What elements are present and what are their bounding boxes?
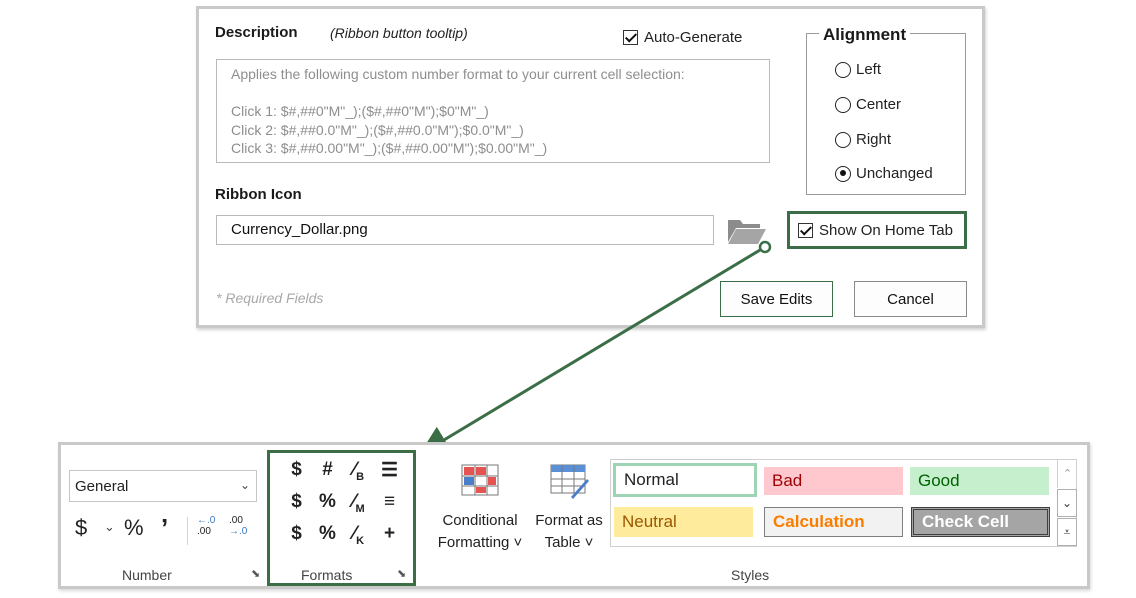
- percent-format-icon[interactable]: %: [312, 523, 343, 555]
- comma-style-button[interactable]: ’: [161, 513, 168, 544]
- arrow-left-icon: ←.0: [197, 515, 216, 526]
- excel-ribbon: General ⌄ $ ⌄ % ’ ←.0 .00 .00 →.0 Number…: [58, 442, 1090, 589]
- conditional-formatting-label-2: Formatting ˅: [437, 534, 523, 551]
- decrease-decimal-label: .00: [229, 515, 243, 526]
- formats-icon-grid: $ # ⁄B ☰ $ % ⁄M ≡ $ % ⁄K +: [281, 459, 405, 555]
- format-icon-glyph: $: [291, 491, 302, 512]
- styles-group-label: Styles: [731, 567, 770, 583]
- gallery-scroll-down-icon[interactable]: ⌄: [1057, 489, 1077, 517]
- style-good[interactable]: Good: [910, 467, 1049, 495]
- format-icon-glyph: ☰: [380, 460, 399, 481]
- format-icon-glyph: ≡: [383, 491, 396, 512]
- format-icon-glyph: $: [291, 523, 302, 544]
- number-format-value: General: [75, 477, 129, 495]
- style-normal-label: Normal: [624, 470, 679, 489]
- format-icon-glyph: %: [319, 523, 336, 544]
- percent-format-icon[interactable]: %: [312, 491, 343, 523]
- format-as-table-button[interactable]: Format as Table ˅: [529, 463, 609, 561]
- format-icon-sub: B: [356, 470, 365, 483]
- chevron-down-icon[interactable]: ⌄: [104, 519, 115, 535]
- format-icon-glyph: $: [291, 459, 302, 480]
- number-sign-format-icon[interactable]: #: [312, 459, 343, 491]
- format-icon-glyph: +: [383, 523, 396, 544]
- style-normal[interactable]: Normal: [613, 463, 757, 497]
- dollar-format-icon[interactable]: $: [281, 523, 312, 555]
- format-icon-sub: M: [355, 502, 365, 515]
- dollar-format-icon[interactable]: $: [281, 459, 312, 491]
- format-as-table-icon: [550, 464, 589, 499]
- percent-button[interactable]: %: [124, 515, 144, 541]
- currency-button[interactable]: $: [75, 515, 87, 541]
- dollar-format-icon[interactable]: $: [281, 491, 312, 523]
- format-as-table-label: Format as: [535, 512, 603, 529]
- align-format-icon[interactable]: ≡: [374, 491, 405, 523]
- millions-format-icon[interactable]: ⁄M: [343, 491, 374, 523]
- style-calculation[interactable]: Calculation: [764, 507, 903, 537]
- conditional-formatting-label: Conditional: [442, 512, 518, 529]
- dialog-launcher-icon[interactable]: ⬊: [251, 567, 260, 580]
- style-check-cell[interactable]: Check Cell: [911, 507, 1050, 537]
- chevron-down-icon: ⌄: [239, 478, 250, 492]
- arrow-right-icon: →.0: [229, 526, 248, 537]
- style-bad-label: Bad: [772, 471, 803, 490]
- gallery-scroll-up-icon[interactable]: ⌃: [1057, 460, 1077, 488]
- dialog-launcher-icon[interactable]: ⬊: [397, 567, 406, 580]
- format-as-table-label-2: Table ˅: [544, 534, 594, 551]
- conditional-formatting-button[interactable]: Conditional Formatting ˅: [427, 463, 533, 561]
- decrease-decimal-button[interactable]: .00 →.0: [229, 515, 255, 537]
- increase-decimal-label: .00: [197, 526, 211, 537]
- format-icon-sub: K: [356, 534, 365, 547]
- plus-format-icon[interactable]: +: [374, 523, 405, 555]
- number-group-label: Number: [122, 567, 172, 583]
- thousands-format-icon[interactable]: ⁄K: [343, 523, 374, 555]
- formats-group-label: Formats: [301, 567, 353, 583]
- style-check-cell-label: Check Cell: [922, 512, 1009, 531]
- list-format-icon[interactable]: ☰: [374, 459, 405, 491]
- style-neutral[interactable]: Neutral: [614, 507, 753, 537]
- gallery-more-icon[interactable]: ⩡: [1057, 518, 1077, 546]
- number-format-dropdown[interactable]: General ⌄: [69, 470, 257, 502]
- style-calculation-label: Calculation: [773, 512, 865, 531]
- conditional-formatting-icon: [461, 464, 499, 496]
- style-bad[interactable]: Bad: [764, 467, 903, 495]
- separator: [187, 517, 188, 545]
- format-icon-glyph: %: [319, 491, 336, 512]
- increase-decimal-button[interactable]: ←.0 .00: [197, 515, 223, 537]
- format-icon-glyph: #: [322, 459, 333, 480]
- style-neutral-label: Neutral: [622, 512, 677, 531]
- style-good-label: Good: [918, 471, 960, 490]
- billions-format-icon[interactable]: ⁄B: [343, 459, 374, 491]
